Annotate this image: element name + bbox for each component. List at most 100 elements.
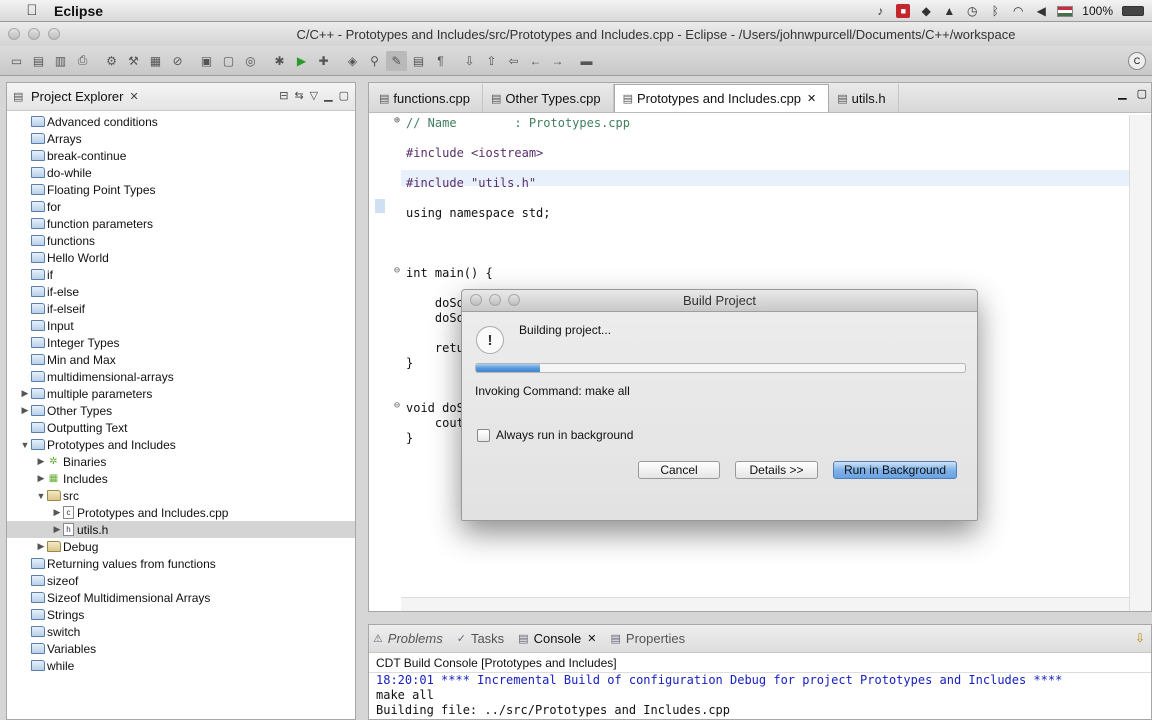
checkbox-box[interactable]	[477, 428, 490, 442]
view-menu-icon[interactable]: ▽	[310, 89, 318, 102]
last-edit-icon[interactable]: ⇦	[503, 51, 524, 71]
dialog-minimize-button[interactable]	[489, 294, 501, 306]
tree-item[interactable]: functions	[7, 232, 355, 249]
tree-item[interactable]: Returning values from functions	[7, 555, 355, 572]
tree-item[interactable]: Floating Point Types	[7, 181, 355, 198]
build-all-icon[interactable]: ▦	[145, 51, 166, 71]
app-menu[interactable]: Eclipse	[54, 3, 103, 19]
manage-configurations-icon[interactable]: ⚙	[101, 51, 122, 71]
editor-tab[interactable]: ▤ Other Types.cpp	[483, 84, 614, 112]
expanded-arrow-icon[interactable]: ▼	[35, 491, 47, 501]
tree-item[interactable]: break-continue	[7, 147, 355, 164]
run-icon[interactable]: ▶	[291, 51, 312, 71]
tree-item[interactable]: Hello World	[7, 249, 355, 266]
show-whitespace-icon[interactable]: ¶	[430, 51, 451, 71]
collapse-all-icon[interactable]: ⊟	[279, 89, 288, 102]
collapsed-arrow-icon[interactable]: ▶	[51, 524, 63, 535]
maximize-icon[interactable]: ▢	[1137, 87, 1147, 100]
tree-item[interactable]: if-else	[7, 283, 355, 300]
tree-item[interactable]: function parameters	[7, 215, 355, 232]
perspective-icon[interactable]: C	[1128, 52, 1146, 70]
tab-tasks[interactable]: ✓ Tasks	[457, 631, 504, 646]
horizontal-scrollbar[interactable]	[401, 597, 1129, 611]
tree-item[interactable]: ▶ multiple parameters	[7, 385, 355, 402]
details-button[interactable]: Details >>	[735, 461, 818, 479]
pin-editor-icon[interactable]: ▬	[576, 51, 597, 71]
debug-settings-icon[interactable]: ⊘	[167, 51, 188, 71]
build-icon[interactable]: ⚒	[123, 51, 144, 71]
tree-item[interactable]: switch	[7, 623, 355, 640]
print-icon[interactable]: ⎙	[72, 51, 93, 71]
volume-icon[interactable]: ◀	[1034, 4, 1048, 18]
console-scroll-icon[interactable]: ⇩	[1135, 631, 1145, 645]
tree-item[interactable]: Strings	[7, 606, 355, 623]
save-icon[interactable]: ▤	[28, 51, 49, 71]
forward-icon[interactable]: →	[547, 51, 568, 71]
always-run-background-checkbox[interactable]: Always run in background	[477, 428, 633, 442]
new-folder-icon[interactable]: ▢	[218, 51, 239, 71]
battery-icon[interactable]	[1122, 6, 1144, 16]
editor-tab[interactable]: ▤ utils.h	[829, 84, 899, 112]
expanded-arrow-icon[interactable]: ▼	[19, 440, 31, 450]
collapsed-arrow-icon[interactable]: ▶	[35, 456, 47, 467]
close-icon[interactable]: ✕	[129, 90, 138, 103]
collapsed-arrow-icon[interactable]: ▶	[35, 473, 47, 484]
tree-item[interactable]: ▶ c Prototypes and Includes.cpp	[7, 504, 355, 521]
tree-item[interactable]: ▶ ✲ Binaries	[7, 453, 355, 470]
wifi-icon[interactable]: ◠	[1011, 4, 1025, 18]
close-icon[interactable]: ✕	[807, 92, 816, 105]
open-type-icon[interactable]: ◈	[342, 51, 363, 71]
collapsed-arrow-icon[interactable]: ▶	[51, 507, 63, 518]
dialog-close-button[interactable]	[470, 294, 482, 306]
tree-item[interactable]: for	[7, 198, 355, 215]
save-all-icon[interactable]: ▥	[50, 51, 71, 71]
tree-item[interactable]: ▼ Prototypes and Includes	[7, 436, 355, 453]
new-class-icon[interactable]: ◎	[240, 51, 261, 71]
collapsed-arrow-icon[interactable]: ▶	[35, 541, 47, 552]
tree-item[interactable]: Advanced conditions	[7, 113, 355, 130]
minimize-icon[interactable]: ▁	[1118, 87, 1126, 100]
run-in-background-button[interactable]: Run in Background	[833, 461, 957, 479]
debug-icon[interactable]: ✱	[269, 51, 290, 71]
tree-item[interactable]: ▶ ▦ Includes	[7, 470, 355, 487]
tree-item[interactable]: while	[7, 657, 355, 674]
tree-item[interactable]: if-elseif	[7, 300, 355, 317]
new-icon[interactable]: ▭	[6, 51, 27, 71]
tree-item[interactable]: ▼ src	[7, 487, 355, 504]
recording-icon[interactable]: ■	[896, 4, 911, 18]
project-explorer-title[interactable]: Project Explorer	[31, 89, 123, 104]
vertical-scrollbar[interactable]	[1129, 115, 1151, 611]
tree-item[interactable]: ▶ Other Types	[7, 402, 355, 419]
tree-item[interactable]: Input	[7, 317, 355, 334]
input-flag-icon[interactable]	[1057, 5, 1074, 17]
fold-collapse-icon[interactable]: ⊖	[394, 400, 400, 411]
tree-item[interactable]: Arrays	[7, 130, 355, 147]
external-tools-icon[interactable]: ✚	[313, 51, 334, 71]
collapsed-arrow-icon[interactable]: ▶	[19, 388, 31, 399]
tree-item[interactable]: Outputting Text	[7, 419, 355, 436]
tree-item[interactable]: ▶ Debug	[7, 538, 355, 555]
editor-tab[interactable]: ▤ functions.cpp	[371, 84, 484, 112]
apple-icon[interactable]: 	[18, 2, 46, 19]
bluetooth-icon[interactable]: ᛒ	[988, 4, 1002, 18]
tree-item[interactable]: Min and Max	[7, 351, 355, 368]
tab-problems[interactable]: ⚠ Problems	[373, 631, 443, 646]
new-project-icon[interactable]: ▣	[196, 51, 217, 71]
tab-properties[interactable]: ▤ Properties	[611, 631, 686, 646]
fold-expand-icon[interactable]: ⊕	[394, 115, 400, 126]
next-annotation-icon[interactable]: ⇩	[459, 51, 480, 71]
time-machine-icon[interactable]: ◷	[965, 4, 979, 18]
tree-item[interactable]: if	[7, 266, 355, 283]
search-icon[interactable]: ⚲	[364, 51, 385, 71]
collapsed-arrow-icon[interactable]: ▶	[19, 405, 31, 416]
dialog-zoom-button[interactable]	[508, 294, 520, 306]
block-selection-icon[interactable]: ▤	[408, 51, 429, 71]
tab-console[interactable]: ▤ Console ✕	[518, 631, 596, 646]
editor-tab[interactable]: ▤ Prototypes and Includes.cpp ✕	[613, 84, 830, 112]
link-editor-icon[interactable]: ⇆	[294, 89, 303, 102]
tree-item[interactable]: Integer Types	[7, 334, 355, 351]
toggle-mark-occurrences-icon[interactable]: ✎	[386, 50, 407, 71]
minimize-icon[interactable]: ▁	[324, 89, 332, 102]
dropbox-icon[interactable]: ◆	[919, 4, 933, 18]
tree-item[interactable]: Sizeof Multidimensional Arrays	[7, 589, 355, 606]
